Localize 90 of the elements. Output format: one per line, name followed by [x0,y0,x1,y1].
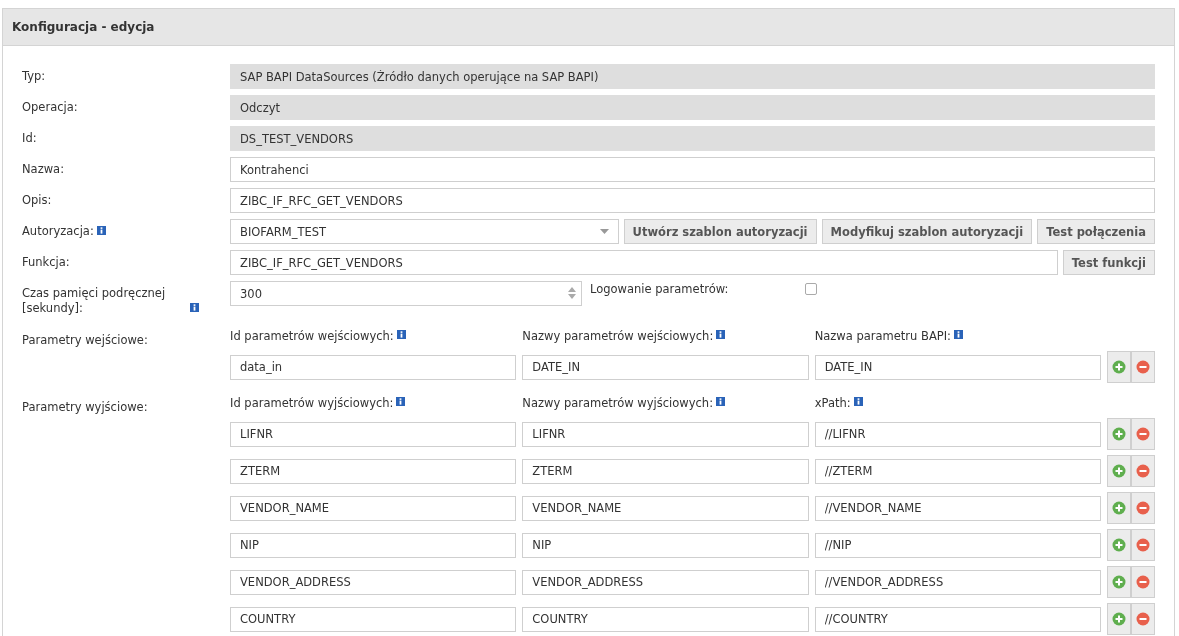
field-label: Logowanie parametrów: [590,281,730,296]
parameter-field[interactable]: //NIP [814,532,1101,558]
text-field[interactable]: ZIBC_IF_RFC_GET_VENDORS [230,188,1155,213]
parameter-field[interactable]: //VENDOR_NAME [814,495,1101,521]
parameter-field[interactable]: VENDOR_ADDRESS [522,569,809,595]
info-icon [396,397,406,406]
parameter-field[interactable]: //LIFNR [814,421,1101,447]
column-label: Id parametrów wejściowych: [230,329,394,343]
info-icon [853,397,863,406]
column-label: Nazwy parametrów wejściowych: [522,329,714,343]
plus-icon [1112,501,1126,515]
field-label: Operacja: [22,100,78,115]
function-field[interactable]: ZIBC_IF_RFC_GET_VENDORS [230,250,1058,275]
remove-button[interactable] [1131,455,1155,487]
parameter-field[interactable]: LIFNR [230,421,517,447]
add-button[interactable] [1107,455,1131,487]
remove-button[interactable] [1131,529,1155,561]
remove-button[interactable] [1131,418,1155,450]
plus-icon [1112,360,1126,374]
plus-icon [1112,427,1126,441]
field-label: Czas pamięci podręcznej [sekundy]: [22,286,167,316]
minus-icon [1136,427,1150,441]
column-label: Nazwy parametrów wyjściowych: [522,396,713,410]
info-icon [190,303,199,312]
remove-button[interactable] [1131,566,1155,598]
parameter-field[interactable]: //ZTERM [814,458,1101,484]
panel-title: Konfiguracja - edycja [12,20,155,34]
parameter-field[interactable]: ZTERM [230,458,517,484]
field-label: Typ: [22,69,46,84]
remove-button[interactable] [1131,492,1155,524]
add-button[interactable] [1107,418,1131,450]
field-label: Nazwa: [22,162,64,177]
column-label: Nazwa parametru BAPI: [814,329,951,343]
minus-icon [1136,538,1150,552]
parameter-field[interactable]: ZTERM [522,458,809,484]
readonly-field[interactable]: DS_TEST_VENDORS [230,126,1155,151]
test-function-button[interactable]: Test funkcji [1062,250,1155,275]
field-label: Parametry wyjściowe: [22,400,148,415]
add-button[interactable] [1107,566,1131,598]
remove-button[interactable] [1131,351,1155,383]
field-label: Autoryzacja: [22,224,94,239]
parameter-field[interactable]: //COUNTRY [814,606,1101,632]
add-button[interactable] [1107,603,1131,635]
add-button[interactable] [1107,351,1131,383]
action-button[interactable]: Modyfikuj szablon autoryzacji [821,219,1033,244]
add-button[interactable] [1107,492,1131,524]
field-label: Id: [22,131,37,146]
minus-icon [1136,612,1150,626]
parameter-field[interactable]: VENDOR_NAME [230,495,517,521]
authorization-dropdown[interactable]: BIOFARM_TEST [230,219,619,244]
parameter-field[interactable]: //VENDOR_ADDRESS [814,569,1101,595]
add-button[interactable] [1107,529,1131,561]
parameter-field[interactable]: data_in [230,354,517,380]
info-icon [954,330,963,339]
minus-icon [1136,575,1150,589]
checkbox[interactable] [805,283,817,295]
minus-icon [1136,464,1150,478]
plus-icon [1112,612,1126,626]
column-label: Id parametrów wyjściowych: [230,396,394,410]
parameter-field[interactable]: COUNTRY [230,606,517,632]
info-icon [96,226,106,235]
action-button[interactable]: Test połączenia [1037,219,1155,244]
plus-icon [1112,538,1126,552]
text-field[interactable]: Kontrahenci [230,157,1155,182]
parameter-field[interactable]: NIP [230,532,517,558]
action-button[interactable]: Utwórz szablon autoryzacji [623,219,817,244]
parameter-field[interactable]: COUNTRY [522,606,809,632]
parameter-field[interactable]: LIFNR [522,421,809,447]
info-icon [716,397,725,406]
readonly-field[interactable]: Odczyt [230,95,1155,120]
parameter-field[interactable]: NIP [522,532,809,558]
parameter-field[interactable]: VENDOR_NAME [522,495,809,521]
number-field[interactable]: 300 [230,281,582,306]
info-icon [396,330,406,339]
plus-icon [1112,575,1126,589]
caret-icon [599,229,609,234]
parameter-field[interactable]: DATE_IN [522,354,809,380]
parameter-field[interactable]: VENDOR_ADDRESS [230,569,517,595]
spinner-icon [568,286,576,300]
plus-icon [1112,464,1126,478]
field-label: Parametry wejściowe: [22,333,148,348]
parameter-field[interactable]: DATE_IN [814,354,1101,380]
minus-icon [1136,501,1150,515]
remove-button[interactable] [1131,603,1155,635]
column-label: xPath: [814,396,851,410]
minus-icon [1136,360,1150,374]
info-icon [716,330,726,339]
readonly-field[interactable]: SAP BAPI DataSources (Źródło danych operujące na SAP BAPI) [230,64,1155,89]
field-label: Funkcja: [22,255,70,270]
field-label: Opis: [22,193,52,208]
